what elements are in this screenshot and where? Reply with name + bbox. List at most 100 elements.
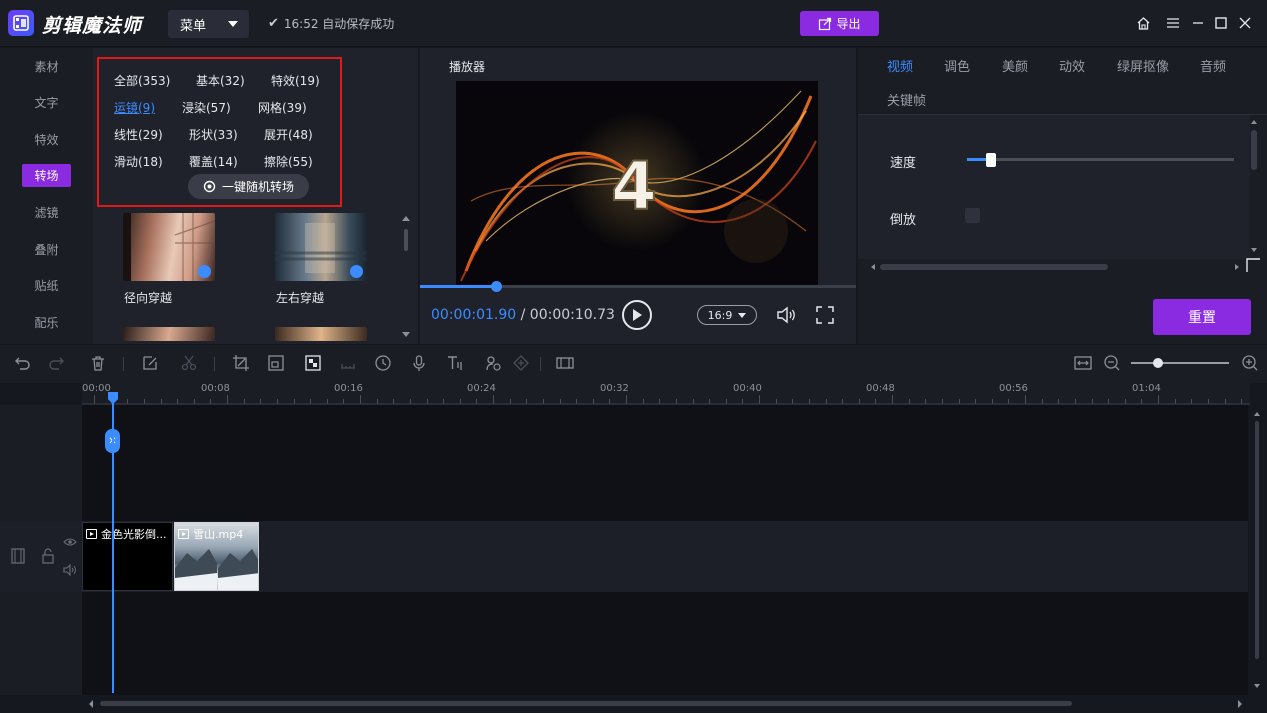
zoom-in-icon[interactable] [1240,353,1260,373]
minimize-icon[interactable] [1188,13,1208,33]
nav-item-text[interactable]: 文字 [0,89,93,115]
timeline-clip[interactable]: 金色光影倒... [82,522,173,591]
mosaic-icon[interactable] [303,353,323,373]
ruler-tick-label: 00:16 [334,383,363,394]
transition-label-leftright: 左右穿越 [276,291,325,305]
properties-vscrollbar[interactable] [1251,130,1257,170]
nav-item-filters[interactable]: 滤镜 [0,199,93,225]
category-basic[interactable]: 基本(32) [196,72,245,89]
redo-icon[interactable] [46,353,66,373]
playhead-line[interactable] [112,393,114,693]
nav-item-material[interactable]: 素材 [0,53,93,79]
current-time: 00:00:01.90 [431,307,517,323]
category-wipe[interactable]: 擦除(55) [264,153,313,170]
category-expand[interactable]: 展开(48) [264,126,313,143]
ruler-tick-label: 00:08 [201,383,230,394]
category-dissolve[interactable]: 浸染(57) [182,99,231,116]
reset-button[interactable]: 重置 [1153,299,1251,335]
microphone-icon[interactable] [409,353,429,373]
reverse-checkbox[interactable] [965,208,980,223]
text-to-speech-icon[interactable] [445,353,465,373]
ruler-ticks [82,395,1259,405]
download-icon[interactable] [350,265,363,278]
properties-hscrollbar[interactable] [880,264,1108,270]
timeline-hscrollbar[interactable] [82,697,1250,711]
close-icon[interactable] [1235,13,1255,33]
nav-item-music[interactable]: 配乐 [0,309,93,335]
scroll-left-icon[interactable] [869,263,877,271]
edit-icon[interactable] [140,353,160,373]
category-shape[interactable]: 形状(33) [189,126,238,143]
category-cover[interactable]: 覆盖(14) [189,153,238,170]
home-icon[interactable] [1133,13,1153,33]
fullscreen-icon[interactable] [815,305,835,325]
play-button[interactable] [622,300,652,330]
nav-item-label: 滤镜 [34,205,59,220]
undo-icon[interactable] [13,353,33,373]
clock-icon[interactable] [373,353,393,373]
volume-icon[interactable] [776,305,798,325]
speed-slider-track[interactable] [967,158,1234,161]
fit-timeline-icon[interactable] [1073,353,1093,373]
category-linear[interactable]: 线性(29) [114,126,163,143]
timeline-clip[interactable]: 雪山.mp4 [174,522,259,591]
export-button[interactable]: 导出 [800,11,879,36]
nav-item-overlay[interactable]: 叠附 [0,236,93,262]
hamburger-menu-icon[interactable] [1163,13,1183,33]
category-camera-move[interactable]: 运镜(9) [114,99,155,116]
zoom-slider-handle[interactable] [1153,358,1163,368]
delete-icon[interactable] [88,353,108,373]
nav-item-label: 叠附 [34,242,59,257]
category-grid[interactable]: 网格(39) [258,99,307,116]
visibility-eye-icon[interactable] [63,536,77,548]
playback-progress-handle[interactable] [491,281,502,292]
nav-item-transitions[interactable]: 转场 [0,162,93,188]
nav-item-stickers[interactable]: 贴纸 [0,272,93,298]
scroll-down-icon[interactable] [1250,246,1258,254]
tab-beauty[interactable]: 美颜 [1002,56,1028,75]
split-scissors-icon[interactable] [179,353,199,373]
voice-change-icon[interactable] [483,353,503,373]
random-transition-button[interactable]: 一键随机转场 [188,174,309,199]
nav-item-effects[interactable]: 特效 [0,126,93,152]
maximize-icon[interactable] [1211,13,1231,33]
subtitle-icon[interactable] [338,353,358,373]
ruler-tick-label: 00:24 [467,383,496,394]
category-special[interactable]: 特效(19) [271,72,320,89]
tab-video[interactable]: 视频 [887,56,913,75]
film-track-icon [10,548,26,564]
tab-motion[interactable]: 动效 [1059,56,1085,75]
tab-audio[interactable]: 音频 [1200,56,1226,75]
tab-color[interactable]: 调色 [944,56,970,75]
lock-icon[interactable] [41,548,55,564]
timeline-vscrollbar[interactable] [1253,405,1261,695]
ruler-tick-label: 00:40 [733,383,762,394]
aspect-ratio-label: 16:9 [707,308,733,322]
timeline-ruler[interactable] [82,383,1259,405]
aspect-ratio-dropdown[interactable]: 16:9 [697,305,757,325]
download-icon[interactable] [198,265,211,278]
resize-icon[interactable] [266,353,286,373]
scroll-up-icon[interactable] [1250,118,1258,126]
scroll-right-icon[interactable] [1233,263,1241,271]
video-clip-icon [178,529,189,539]
tab-keyframe[interactable]: 关键帧 [887,90,926,109]
freeze-frame-icon[interactable] [555,353,575,373]
transition-thumbnail-radial[interactable] [123,213,215,281]
category-all[interactable]: 全部(353) [114,72,170,89]
chevron-down-icon [738,312,747,318]
menu-dropdown[interactable]: 菜单 [168,10,249,38]
transition-thumbnail-partial[interactable] [123,327,215,341]
zoom-slider-track[interactable] [1131,362,1229,364]
transitions-scrollbar[interactable] [399,211,413,343]
transition-thumbnail-leftright[interactable] [275,213,367,281]
category-slide[interactable]: 滑动(18) [114,153,163,170]
transition-thumbnail-partial[interactable] [275,327,367,341]
keyframe-diamond-icon[interactable] [511,353,531,373]
tab-chroma-key[interactable]: 绿屏抠像 [1117,56,1169,75]
resize-corner-icon[interactable] [1245,257,1261,273]
track-volume-icon[interactable] [63,563,77,577]
speed-slider-handle[interactable] [986,153,996,167]
zoom-out-icon[interactable] [1102,353,1122,373]
crop-icon[interactable] [231,353,251,373]
